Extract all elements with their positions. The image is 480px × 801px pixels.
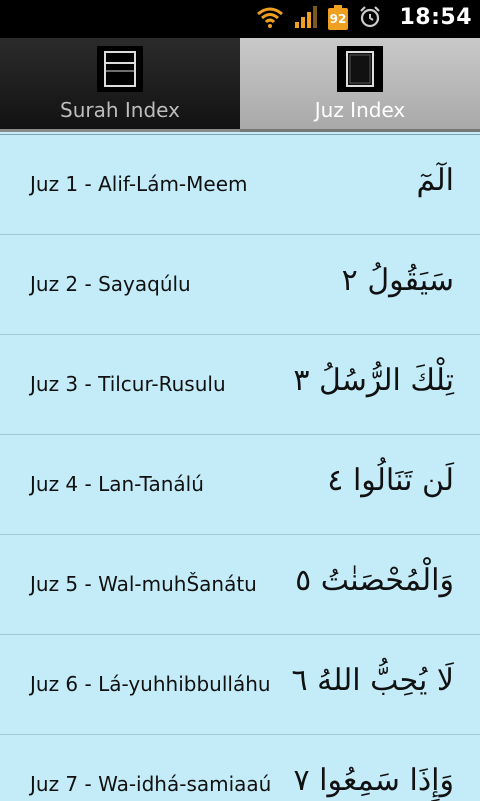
- tab-surah-label: Surah Index: [60, 98, 180, 122]
- juz-title: Juz 4 - Lan-Tanálú: [30, 472, 204, 496]
- battery-icon: 92: [328, 5, 348, 30]
- juz-title: Juz 6 - Lá-yuhhibbulláhu: [30, 672, 271, 696]
- status-bar: 92 18:54: [0, 0, 480, 38]
- tab-juz-label: Juz Index: [314, 98, 406, 122]
- juz-book-icon: [337, 46, 383, 92]
- tab-juz-index[interactable]: Juz Index: [240, 38, 480, 132]
- tab-bar: Surah Index Juz Index: [0, 38, 480, 132]
- juz-arabic-title: وَالْمُحْصَنٰتُ ٥: [295, 563, 454, 598]
- juz-title: Juz 2 - Sayaqúlu: [30, 272, 191, 296]
- alarm-icon: [358, 5, 382, 33]
- juz-title: Juz 7 - Wa-idhá-samiaaú: [30, 772, 272, 796]
- juz-arabic-title: وَإِذَا سَمِعُوا ٧: [293, 763, 455, 798]
- juz-row-7[interactable]: Juz 7 - Wa-idhá-samiaaú وَإِذَا سَمِعُوا…: [0, 735, 480, 801]
- juz-list[interactable]: Juz 1 - Alif-Lám-Meem الٓمٓ Juz 2 - Saya…: [0, 134, 480, 801]
- juz-arabic-title: تِلْكَ الرُّسُلُ ٣: [293, 363, 454, 398]
- surah-book-icon: [97, 46, 143, 92]
- juz-arabic-title: سَيَقُولُ ٢: [341, 263, 454, 298]
- juz-arabic-title: لَن تَنَالُوا ٤: [327, 463, 454, 498]
- juz-row-5[interactable]: Juz 5 - Wal-muhŠanátu وَالْمُحْصَنٰتُ ٥: [0, 535, 480, 635]
- juz-title: Juz 5 - Wal-muhŠanátu: [30, 572, 257, 596]
- signal-icon: [294, 6, 318, 32]
- tab-surah-index[interactable]: Surah Index: [0, 38, 240, 132]
- wifi-icon: [256, 6, 284, 32]
- juz-row-1[interactable]: Juz 1 - Alif-Lám-Meem الٓمٓ: [0, 135, 480, 235]
- juz-row-3[interactable]: Juz 3 - Tilcur-Rusulu تِلْكَ الرُّسُلُ ٣: [0, 335, 480, 435]
- juz-arabic-title: الٓمٓ: [416, 163, 454, 198]
- juz-row-6[interactable]: Juz 6 - Lá-yuhhibbulláhu لَا يُحِبُّ الل…: [0, 635, 480, 735]
- clock: 18:54: [399, 5, 472, 30]
- status-icons: 92: [256, 5, 382, 33]
- juz-title: Juz 3 - Tilcur-Rusulu: [30, 372, 226, 396]
- juz-arabic-title: لَا يُحِبُّ اللهُ ٦: [291, 663, 454, 698]
- juz-row-2[interactable]: Juz 2 - Sayaqúlu سَيَقُولُ ٢: [0, 235, 480, 335]
- juz-title: Juz 1 - Alif-Lám-Meem: [30, 172, 248, 196]
- juz-row-4[interactable]: Juz 4 - Lan-Tanálú لَن تَنَالُوا ٤: [0, 435, 480, 535]
